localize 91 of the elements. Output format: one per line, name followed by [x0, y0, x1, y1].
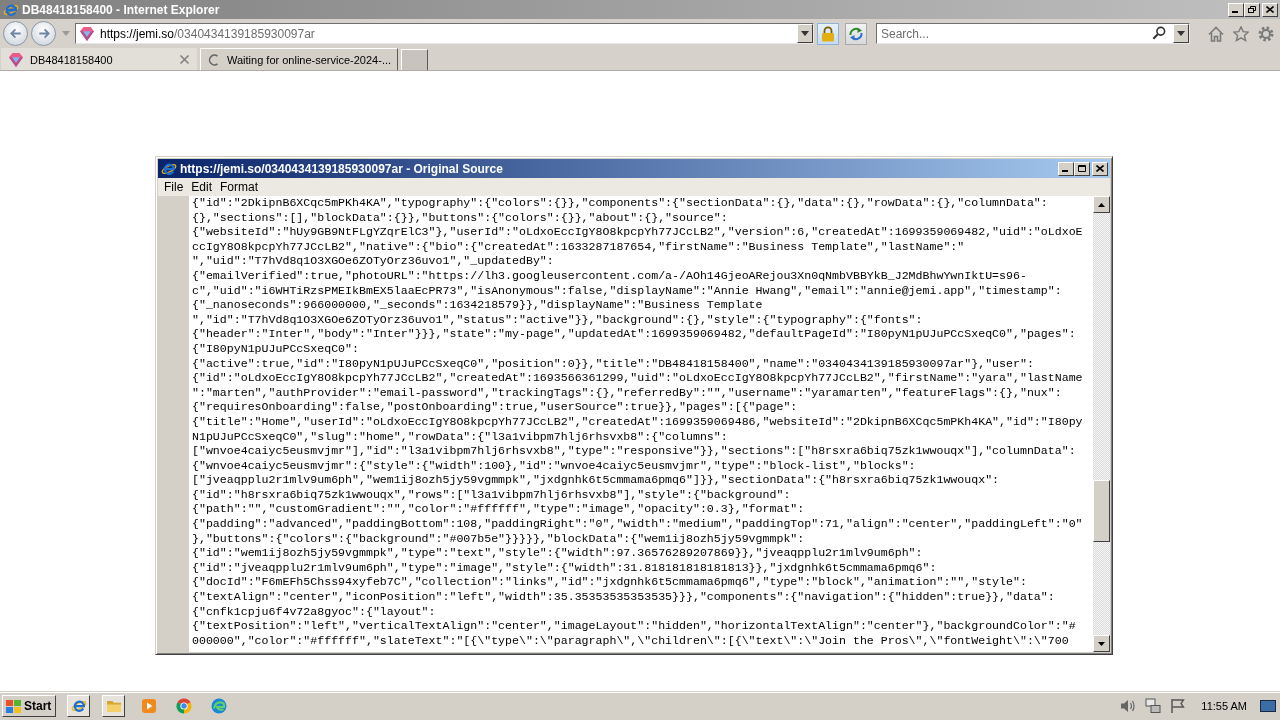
scroll-down-button[interactable] [1093, 635, 1110, 652]
source-line: {"padding":"advanced","paddingBottom":108,"paddingRight":"0","width":"medium","paddingTop":71,"align":"center","paddingLeft":"0" [192, 517, 1083, 532]
new-tab-button[interactable] [401, 49, 429, 70]
source-line: {"textPosition":"left","verticalTextAlign":"center","imageLayout":"hidden","horizontalTextAlign":"center"},"backgroundColor":"# [192, 619, 1076, 634]
source-line: {"active":true,"id":"I80pyN1pUJuPCcSxeqC0","position":0}},"title":"DB48418158400","name":"0340434139185930097ar"},"user": [192, 356, 1034, 372]
url-text: https://jemi.so/0340434139185930097ar [100, 26, 316, 41]
minimize-button[interactable] [1228, 2, 1244, 17]
maximize-button[interactable] [1074, 161, 1090, 176]
source-line: c","uid":"i6WHTiRzsPMEIkBmEX5laaEcPR73","isAnonymous":false,"displayName":"Annie Hwang","email":"annie@jemi.app","timestamp": [192, 283, 1062, 299]
scrollbar-thumb[interactable] [1093, 480, 1110, 542]
source-line: {"id":"h8rsxra6biq75zk1wwouqx","rows":["l3a1vibpm7hlj6rhsvxb8"],"style":{"background": [192, 487, 791, 503]
source-line: {"path":"","customGradient":"","color":"#ffffff","type":"image","opacity":0.3},"format": [192, 502, 805, 518]
source-line: N1pUJuPCcSxeqC0","slug":"home","rowData":{"l3a1vibpm7hlj6rhsvxb8":{"columns": [192, 429, 728, 445]
source-line: ","id":"T7hVd8q1O3XGOe6ZOTyOrz36uvo1","status":"active"}},"background":{},"style":{"typography":{"fonts": [192, 312, 923, 328]
gem-icon [8, 51, 24, 68]
padlock-icon [820, 25, 836, 42]
taskbar-button[interactable] [102, 695, 126, 717]
source-line: {"id":"jveaqpplu2r1mlv9um6ph","type":"image","style":{"width":31.818181818181813}},"jxdgnhk6t5cmmama6pmq6": [192, 560, 937, 576]
down-triangle-icon [1098, 641, 1105, 646]
refresh-icon [848, 25, 864, 42]
close-button[interactable] [1092, 161, 1108, 176]
ring-logo-icon [175, 698, 192, 714]
network-icon[interactable] [1145, 698, 1162, 714]
restore-button[interactable] [1244, 2, 1260, 17]
close-icon[interactable] [179, 54, 190, 65]
settings-gear-icon[interactable] [1258, 25, 1274, 42]
taskbar-button[interactable] [67, 695, 91, 717]
source-line: {"wnvoe4caiyc5eusmvjmr":{"style":{"width":100},"id":"wnvoe4caiyc5eusmvjmr","type":"block-list","blocks": [192, 458, 916, 474]
window-title: DB48418158400 - Internet Explorer [22, 2, 221, 17]
forward-button[interactable] [31, 21, 56, 46]
caret-icon [1177, 31, 1185, 36]
start-button[interactable]: Start [2, 695, 57, 717]
source-line: {"id":"wem1ij8ozh5jy59vgmmpk","type":"text","style":{"width":97.36576289207869}},"jveaqpplu2r1mlv9um6ph": [192, 546, 923, 561]
source-line: ","uid":"T7hVd8q1O3XGOe6ZOTyOrz36uvo1","_updatedBy": [192, 254, 554, 269]
source-line: ":"marten","authProvider":"email-password","trackingTags":{},"referredBy":"","username":"yaramarten","featureFlags":{},"nux": [192, 385, 1062, 401]
maximize-icon [1078, 165, 1086, 172]
source-line: ccIgY8O8kpcpYh77JCcLB2","native":{"bio":{"createdAt":1633287187654,"firstName":"Business Template","lastName":" [192, 239, 965, 255]
tab[interactable]: DB48418158400 [1, 48, 197, 70]
security-button[interactable] [817, 22, 839, 45]
play-icon [140, 698, 157, 714]
source-line: {"textAlign":"center","iconPosition":"left","width":35.35353535353535}}},"components":{"navigation":{"hidden":true}},"data": [192, 590, 1055, 605]
menu-item[interactable]: File [160, 180, 188, 194]
dropdown-button[interactable] [797, 24, 813, 43]
source-line: {"header":"Inter","body":"Inter"}}},"state":"my-page","updatedAt":1699359069482,"defaultPageId":"I80pyN1pUJuPCcSxeqC0","pages": [192, 327, 1076, 342]
flag-icon[interactable] [1170, 698, 1187, 714]
close-icon [1266, 6, 1274, 13]
menu-item[interactable]: Format [216, 180, 263, 194]
close-icon [1096, 165, 1104, 172]
source-line: {},"sections":[],"blockData":{}},"buttons":{"colors":{}},"about":{},"source": [192, 210, 728, 226]
gem-icon [79, 25, 95, 42]
source-line: {"I80pyN1pUJuPCcSxeqC0": [192, 341, 359, 357]
windows-flag-icon [6, 699, 21, 713]
source-line: {"id":"2DkipnB6XCqc5mPKh4KA","typography":{"colors":{}},"components":{"sectionData":{},"data":{},"rowData":{},"columnData": [192, 196, 1048, 211]
source-line: {"id":"oLdxoEccIgY8O8kpcpYh77JCcLB2","createdAt":1693566361299,"uid":"oLdxoEccIgY8O8kpcpYh77JCcLB2","firstName":"yara","lastName [192, 371, 1083, 386]
source-line: {"docId":"F6mEFh5Chss94xyfeb7C","collection":"links","id":"jxdgnhk6t5cmmama6pmq6","type":"block","animation":"","style": [192, 575, 1027, 591]
search-icon[interactable] [1152, 26, 1166, 40]
home-icon[interactable] [1208, 25, 1224, 42]
speaker-icon[interactable] [1120, 698, 1137, 714]
source-line: },"buttons":{"colors":{"background":"#007b5e"}}}}},"blockData":{"wem1ij8ozh5jy59vgmmpk": [192, 531, 805, 547]
back-button[interactable] [3, 21, 28, 46]
source-line: 000000","color":"#ffffff","slateText":"[{\"type\":\"paragraph\",\"children\":[{\"text\":\"Join the Pros\",\"fontWeight\":\"700 [192, 633, 1069, 649]
caret-icon [801, 31, 809, 36]
scroll-up-button[interactable] [1093, 196, 1110, 213]
source-line: ["wnvoe4caiyc5eusmvjmr"],"id":"l3a1vibpm7hlj6rhsvxb8","type":"responsive"}},"sections":["h8rsxra6biq75zk1wwouqx"],"columnData": [192, 444, 1076, 459]
source-line: {"cnfk1cpju6f4v72a8gyoc":{"layout": [192, 604, 436, 620]
show-desktop-icon[interactable] [1260, 700, 1276, 712]
source-line: {"title":"Home","userId":"oLdxoEccIgY8O8kpcpYh77JCcLB2","createdAt":1699359069486,"websiteId":"2DkipnB6XCqc5mPKh4KA","id":"I80py [192, 414, 1083, 430]
wave-logo-icon [210, 698, 227, 714]
tab[interactable]: Waiting for online-service-2024-... [200, 48, 399, 70]
source-line: {"_nanoseconds":966000000,"_seconds":1634218579}},"displayName":"Business Template [192, 298, 763, 313]
source-line: {"websiteId":"hUy9GB9NtFLgYZqrElC3"},"userId":"oLdxoEccIgY8O8kpcpYh77JCcLB2","version":6,"createdAt":1699359069482,"uid":"oLdxoE [192, 225, 1083, 240]
spinner-icon [207, 52, 221, 67]
e-logo-icon [70, 698, 87, 714]
search-field[interactable]: Search... [876, 23, 1190, 44]
refresh-button[interactable] [845, 22, 867, 45]
source-line: {"requiresOnboarding":false,"postOnboarding":true,"userSource":true}},"pages":[{"page": [192, 400, 798, 415]
clock[interactable]: 11:55 AM [1201, 700, 1247, 712]
right-arrow-icon [36, 27, 51, 40]
close-button[interactable] [1262, 2, 1278, 17]
source-line: ["jveaqpplu2r1mlv9um6ph","wem1ij8ozh5jy59vgmmpk","jxdgnhk6t5cmmama6pmq6"]}},"sectionData":{"h8rsxra6biq75zk1wwouqx": [192, 473, 1000, 488]
menu-item[interactable]: Edit [187, 180, 217, 194]
dropdown-button[interactable] [1173, 24, 1189, 43]
left-arrow-icon [8, 27, 23, 40]
window-title: https://jemi.so/0340434139185930097ar - Original Source [180, 161, 504, 176]
address-field[interactable]: https://jemi.so/0340434139185930097ar [75, 23, 814, 44]
up-triangle-icon [1098, 202, 1105, 207]
star-icon[interactable] [1233, 25, 1249, 42]
folder-icon [105, 698, 122, 714]
restore-icon [1248, 6, 1256, 13]
minimize-button[interactable] [1058, 161, 1074, 176]
source-line: {"emailVerified":true,"photoURL":"https://lh3.googleusercontent.com/a-/AOh14GjeoARejou3Xn0qNmbVBBYkB_J2MdBhwYwnIktU=s96- [192, 268, 1027, 284]
